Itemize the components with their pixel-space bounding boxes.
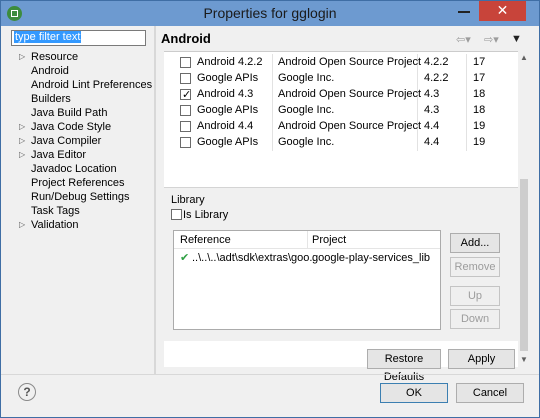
close-icon: ✕ [496,2,509,18]
expand-arrow-icon[interactable]: ▷ [19,148,25,162]
minimize-button[interactable] [449,1,479,21]
tree-item-run-debug-settings[interactable]: Run/Debug Settings [15,190,155,204]
tree-item-android-lint[interactable]: Android Lint Preferences [15,78,155,92]
table-row[interactable]: ✔ ..\..\..\adt\sdk\extras\goo... google-… [174,251,440,265]
expand-arrow-icon[interactable]: ▷ [19,50,25,64]
column-header-project[interactable]: Project [312,234,346,246]
table-row[interactable]: Android 4.3 Android Open Source Project … [166,86,516,103]
target-checkbox[interactable] [180,121,191,132]
title-bar[interactable]: Properties for gglogin ✕ [1,1,539,26]
tree-item-java-editor[interactable]: ▷ Java Editor [15,148,155,162]
tree-item-android[interactable]: Android [15,64,155,78]
checkbox-box[interactable] [171,209,182,220]
table-row[interactable]: Google APIs Google Inc. 4.4 19 [166,134,516,150]
cancel-button[interactable]: Cancel [456,383,524,403]
page-header: Android ⇦▾ ⇨▾ ▼ [156,28,528,50]
column-header-reference[interactable]: Reference [180,234,231,246]
arrow-left-icon[interactable]: ⇦▾ [456,33,471,46]
help-icon[interactable]: ? [18,383,36,401]
table-row[interactable]: Google APIs Google Inc. 4.3 18 [166,102,516,118]
scroll-up-icon[interactable]: ▲ [518,51,530,65]
remove-library-button[interactable]: Remove [450,257,500,277]
move-down-button[interactable]: Down [450,309,500,329]
arrow-right-icon[interactable]: ⇨▾ [484,33,499,46]
move-up-button[interactable]: Up [450,286,500,306]
library-reference-table: Reference Project ✔ ..\..\..\adt\sdk\ext… [173,230,441,330]
category-tree: ▷ Resource Android Android Lint Preferenc… [15,50,155,232]
target-checkbox[interactable] [180,137,191,148]
checkmark-icon: ✔ [180,252,190,264]
sash[interactable] [154,26,156,374]
column-separator [307,231,308,249]
button-bar-divider [1,374,539,375]
tree-item-builders[interactable]: Builders [15,92,155,106]
library-label: Library [171,194,205,206]
page-title: Android [161,31,211,46]
build-target-table: Android 4.2.2 Android Open Source Projec… [166,54,516,150]
scroll-down-icon[interactable]: ▼ [518,353,530,367]
target-checkbox[interactable] [180,57,191,68]
table-row[interactable]: Android 4.4 Android Open Source Project … [166,118,516,134]
table-row[interactable]: Google APIs Google Inc. 4.2.2 17 [166,70,516,86]
target-checkbox[interactable] [180,73,191,84]
tree-item-validation[interactable]: ▷ Validation [15,218,155,232]
tree-item-java-compiler[interactable]: ▷ Java Compiler [15,134,155,148]
minimize-icon [458,11,470,13]
restore-defaults-button[interactable]: Restore Defaults [367,349,441,383]
tree-item-java-build-path[interactable]: Java Build Path [15,106,155,120]
expand-arrow-icon[interactable]: ▷ [19,134,25,148]
chevron-down-icon[interactable]: ▼ [511,33,522,45]
ok-button[interactable]: OK [380,383,448,403]
expand-arrow-icon[interactable]: ▷ [19,120,25,134]
properties-dialog: Properties for gglogin ✕ type filter tex… [0,0,540,418]
tree-item-task-tags[interactable]: Task Tags [15,204,155,218]
scrollbar-thumb[interactable] [520,179,528,351]
add-library-button[interactable]: Add... [450,233,500,253]
vertical-scrollbar[interactable]: ▲ ▼ [518,51,530,367]
tree-item-resource[interactable]: ▷ Resource [15,50,155,64]
tree-item-javadoc-location[interactable]: Javadoc Location [15,162,155,176]
tree-item-project-references[interactable]: Project References [15,176,155,190]
tree-item-java-code-style[interactable]: ▷ Java Code Style [15,120,155,134]
filter-input[interactable]: type filter text [11,30,146,46]
expand-arrow-icon[interactable]: ▷ [19,218,25,232]
table-row[interactable]: Android 4.2.2 Android Open Source Projec… [166,54,516,70]
apply-button[interactable]: Apply [448,349,515,369]
target-checkbox[interactable] [180,105,191,116]
close-button[interactable]: ✕ [479,1,526,21]
target-checkbox[interactable] [180,87,191,103]
table-header: Reference Project [174,231,440,249]
